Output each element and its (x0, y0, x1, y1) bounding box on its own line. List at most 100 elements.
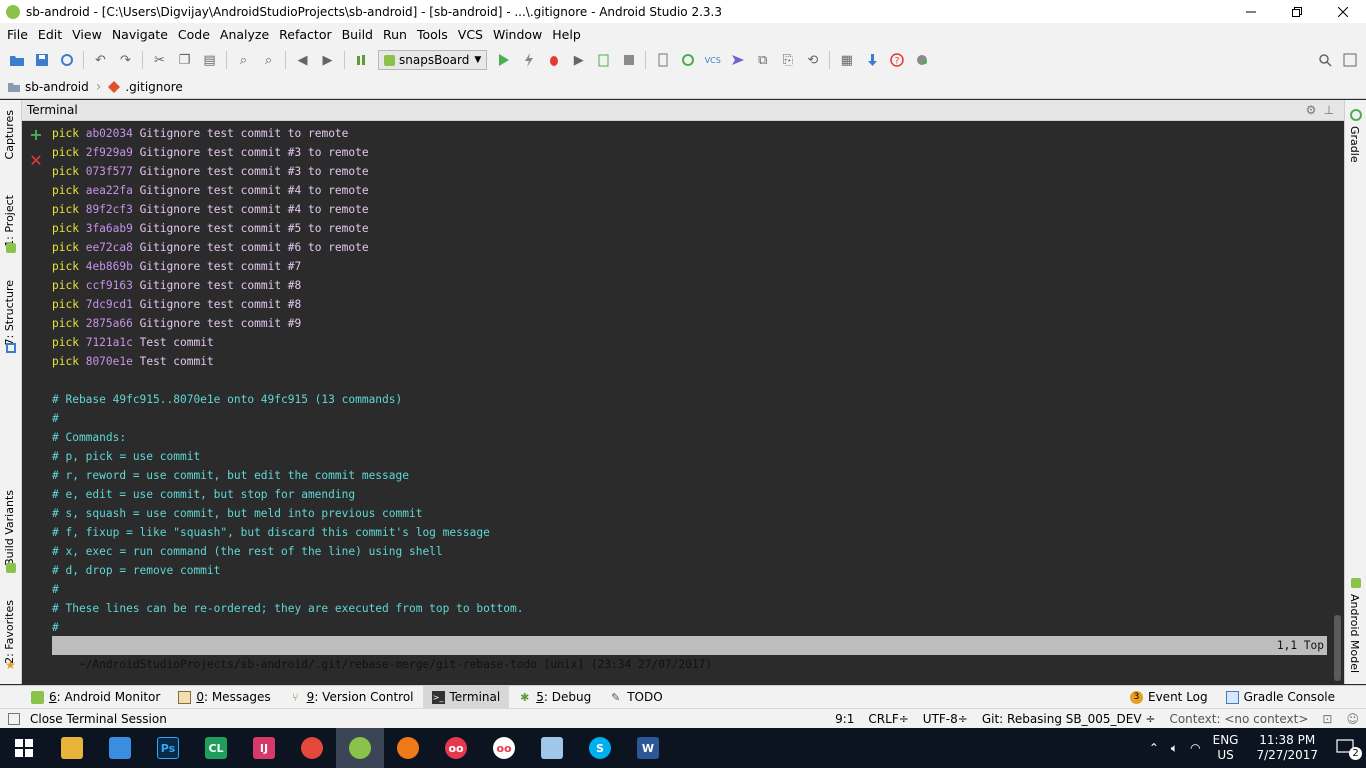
stop-icon[interactable] (619, 50, 639, 70)
tab-android-model[interactable]: Android Model (1348, 594, 1361, 673)
presentation-icon[interactable] (1340, 50, 1360, 70)
sync-icon[interactable] (57, 50, 77, 70)
tab-messages[interactable]: 0: Messages (169, 686, 279, 709)
chevron-up-icon[interactable]: ⌃ (1143, 741, 1165, 755)
menu-edit[interactable]: Edit (33, 27, 67, 42)
line-separator[interactable]: CRLF÷ (861, 712, 915, 726)
make-project-icon[interactable] (352, 50, 372, 70)
tab-debug[interactable]: ✱ 5: Debug (509, 686, 600, 709)
menu-vcs[interactable]: VCS (453, 27, 488, 42)
back-icon[interactable]: ◀ (293, 50, 313, 70)
notification-center-icon[interactable]: 2 (1330, 738, 1366, 760)
wifi-icon[interactable]: ◠ (1184, 741, 1206, 755)
debug-icon[interactable] (544, 50, 564, 70)
sync-gradle-icon[interactable] (678, 50, 698, 70)
scrollbar-thumb[interactable] (1334, 615, 1341, 681)
menu-file[interactable]: File (2, 27, 33, 42)
android-studio-taskbar-icon[interactable] (336, 728, 384, 768)
volume-icon[interactable]: 🔈︎ (1165, 741, 1184, 756)
open-folder-icon[interactable] (7, 50, 27, 70)
menu-window[interactable]: Window (488, 27, 547, 42)
intellij-icon[interactable]: IJ (240, 728, 288, 768)
revert-icon[interactable]: ⎘ (778, 50, 798, 70)
menu-tools[interactable]: Tools (412, 27, 453, 42)
apply-changes-icon[interactable] (519, 50, 539, 70)
replace-icon[interactable]: ⌕ (259, 50, 279, 70)
menu-refactor[interactable]: Refactor (274, 27, 336, 42)
flickr-red-icon[interactable]: oo (432, 728, 480, 768)
firefox-icon[interactable] (384, 728, 432, 768)
menu-build[interactable]: Build (337, 27, 378, 42)
context-selector[interactable]: Context: <no context> (1162, 712, 1315, 726)
paste-icon[interactable]: ▤ (200, 50, 220, 70)
this-pc-icon[interactable] (96, 728, 144, 768)
toggle-tool-windows-icon[interactable] (8, 712, 20, 725)
chrome-icon[interactable] (288, 728, 336, 768)
word-icon[interactable]: W (624, 728, 672, 768)
restore-button[interactable] (1274, 0, 1320, 23)
terminal-output[interactable]: pick ab02034 Gitignore test commit to re… (49, 121, 1329, 684)
breadcrumb-file[interactable]: .gitignore (108, 80, 183, 94)
terminal-scrollbar[interactable] (1332, 121, 1342, 684)
tab-terminal[interactable]: >_ Terminal (422, 685, 510, 709)
help-icon[interactable]: ? (887, 50, 907, 70)
tab-project[interactable]: 1: Project (3, 195, 16, 247)
caret-position[interactable]: 9:1 (828, 712, 861, 726)
clock[interactable]: 11:38 PM 7/27/2017 (1244, 733, 1330, 763)
run-icon[interactable] (494, 50, 514, 70)
tab-favorites[interactable]: 2: Favorites (3, 600, 16, 664)
sdk-manager-icon[interactable] (862, 50, 882, 70)
photoshop-icon[interactable]: Ps (144, 728, 192, 768)
menu-code[interactable]: Code (173, 27, 215, 42)
menu-navigate[interactable]: Navigate (107, 27, 173, 42)
vcs-commit-icon[interactable] (728, 50, 748, 70)
tab-build-variants[interactable]: Build Variants (3, 490, 16, 566)
close-session-icon[interactable]: ✕ (28, 153, 44, 169)
hide-panel-icon[interactable]: ⊥ (1320, 103, 1338, 117)
find-icon[interactable]: ⌕ (234, 50, 254, 70)
tab-gradle[interactable]: Gradle (1348, 126, 1361, 163)
tab-todo[interactable]: ✎ TODO (600, 686, 671, 709)
menu-run[interactable]: Run (378, 27, 412, 42)
run-configuration-dropdown[interactable]: snapsBoard ▼ (378, 50, 488, 70)
skype-icon[interactable]: S (576, 728, 624, 768)
new-session-icon[interactable]: + (28, 127, 44, 143)
forward-icon[interactable]: ▶ (318, 50, 338, 70)
copy-icon[interactable]: ❐ (175, 50, 195, 70)
lock-icon[interactable]: ⊡ (1315, 712, 1339, 726)
tab-event-log[interactable]: 3 Event Log (1121, 686, 1217, 709)
compare-icon[interactable]: ⧉ (753, 50, 773, 70)
file-encoding[interactable]: UTF-8÷ (916, 712, 975, 726)
notes-icon[interactable] (528, 728, 576, 768)
undo-icon[interactable]: ↶ (91, 50, 111, 70)
tab-captures[interactable]: Captures (3, 110, 16, 159)
project-structure-icon[interactable]: ▦ (837, 50, 857, 70)
menu-help[interactable]: Help (547, 27, 586, 42)
vcs-update-icon[interactable]: VCS (703, 50, 723, 70)
breadcrumb-project[interactable]: sb-android (8, 80, 89, 94)
flickr-white-icon[interactable]: oo (480, 728, 528, 768)
android-device-monitor-icon[interactable] (912, 50, 932, 70)
minimize-button[interactable] (1228, 0, 1274, 23)
menu-view[interactable]: View (67, 27, 107, 42)
start-button[interactable] (0, 728, 48, 768)
tab-android-monitor[interactable]: 6: Android Monitor (22, 686, 169, 709)
menu-analyze[interactable]: Analyze (215, 27, 274, 42)
cut-icon[interactable]: ✂ (150, 50, 170, 70)
run-tests-icon[interactable] (594, 50, 614, 70)
close-window-button[interactable] (1320, 0, 1366, 23)
tab-gradle-console[interactable]: Gradle Console (1217, 686, 1344, 709)
clion-icon[interactable]: CL (192, 728, 240, 768)
tab-version-control[interactable]: ⑂ 9: Version Control (280, 686, 423, 709)
avd-manager-icon[interactable] (653, 50, 673, 70)
git-branch[interactable]: Git: Rebasing SB_005_DEV ÷ (975, 712, 1163, 726)
redo-icon[interactable]: ↷ (116, 50, 136, 70)
language-indicator[interactable]: ENG US (1207, 733, 1245, 763)
file-explorer-icon[interactable] (48, 728, 96, 768)
attach-debugger-icon[interactable]: ▶ (569, 50, 589, 70)
history-icon[interactable]: ⟲ (803, 50, 823, 70)
gear-icon[interactable]: ⚙ (1302, 103, 1320, 117)
search-everywhere-icon[interactable] (1315, 50, 1335, 70)
tab-structure[interactable]: 7: Structure (3, 280, 16, 345)
inspector-icon[interactable]: ☺ (1339, 712, 1366, 726)
